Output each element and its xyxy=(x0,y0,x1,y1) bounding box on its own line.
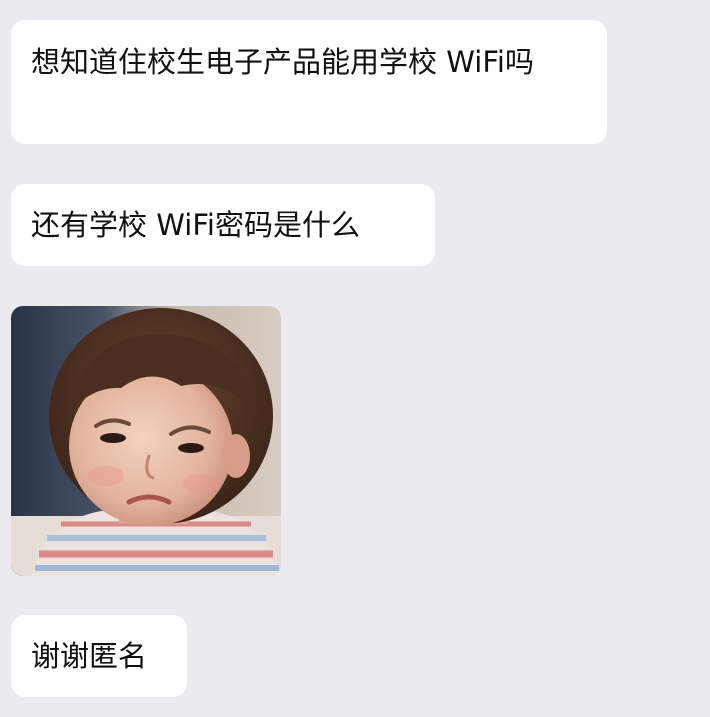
chat-thread: 想知道住校生电子产品能用学校 WiFi吗 还有学校 WiFi密码是什么 谢谢匿名 xyxy=(0,0,710,717)
message-text: 还有学校 WiFi密码是什么 xyxy=(31,208,360,242)
sticker-image[interactable] xyxy=(11,306,281,576)
message-bubble[interactable]: 谢谢匿名 xyxy=(11,615,187,697)
toddler-side-eye-sticker-icon xyxy=(11,306,281,576)
message-bubble[interactable]: 想知道住校生电子产品能用学校 WiFi吗 xyxy=(11,20,607,144)
message-bubble[interactable]: 还有学校 WiFi密码是什么 xyxy=(11,184,435,266)
message-text: 谢谢匿名 xyxy=(31,639,148,673)
message-text: 想知道住校生电子产品能用学校 WiFi吗 xyxy=(31,45,534,79)
